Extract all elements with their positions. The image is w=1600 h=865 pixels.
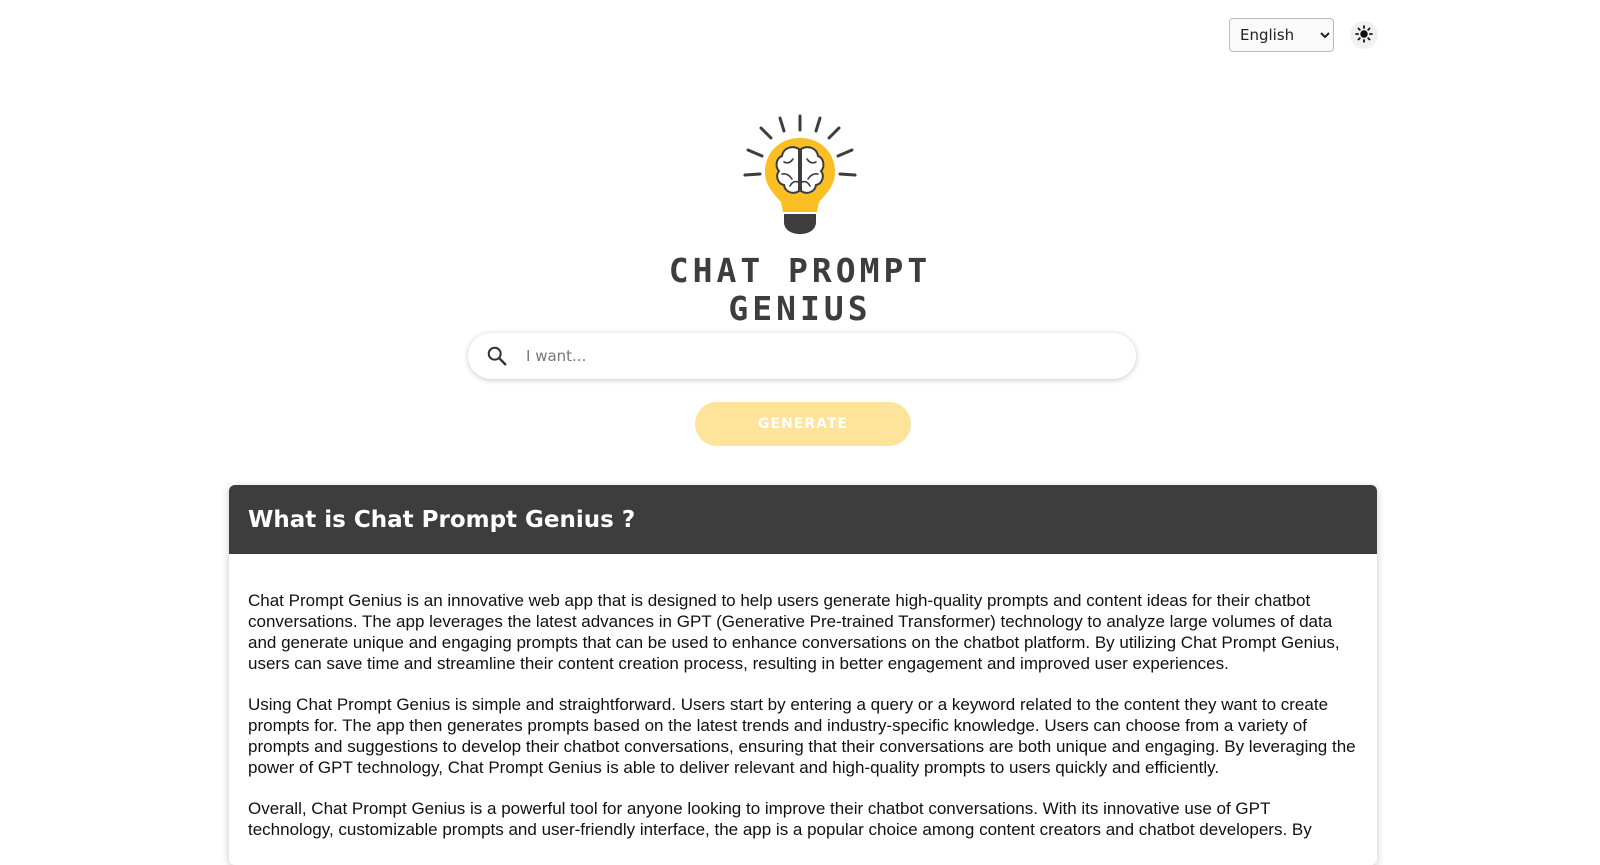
search-bar[interactable] — [468, 333, 1136, 379]
about-card: What is Chat Prompt Genius ? Chat Prompt… — [229, 485, 1377, 865]
about-title: What is Chat Prompt Genius ? — [248, 506, 636, 533]
about-card-header: What is Chat Prompt Genius ? — [229, 485, 1377, 554]
about-card-body: Chat Prompt Genius is an innovative web … — [229, 554, 1377, 840]
theme-toggle-button[interactable] — [1350, 21, 1378, 49]
lightbulb-brain-icon — [740, 112, 860, 240]
top-bar: English — [1229, 18, 1378, 52]
search-icon — [484, 343, 510, 369]
logo-line-1: CHAT PROMPT — [668, 251, 932, 290]
logo-line-2: GENIUS — [728, 289, 872, 328]
site-logo[interactable]: CHAT PROMPT GENIUS — [0, 112, 1600, 328]
language-select[interactable]: English — [1229, 18, 1334, 52]
generate-button[interactable]: GENERATE — [695, 402, 911, 446]
sun-icon — [1355, 24, 1373, 46]
about-paragraph: Chat Prompt Genius is an innovative web … — [248, 591, 1340, 673]
about-paragraph: Using Chat Prompt Genius is simple and s… — [248, 695, 1356, 777]
logo-text: CHAT PROMPT GENIUS — [669, 252, 932, 328]
search-input[interactable] — [524, 346, 1108, 366]
